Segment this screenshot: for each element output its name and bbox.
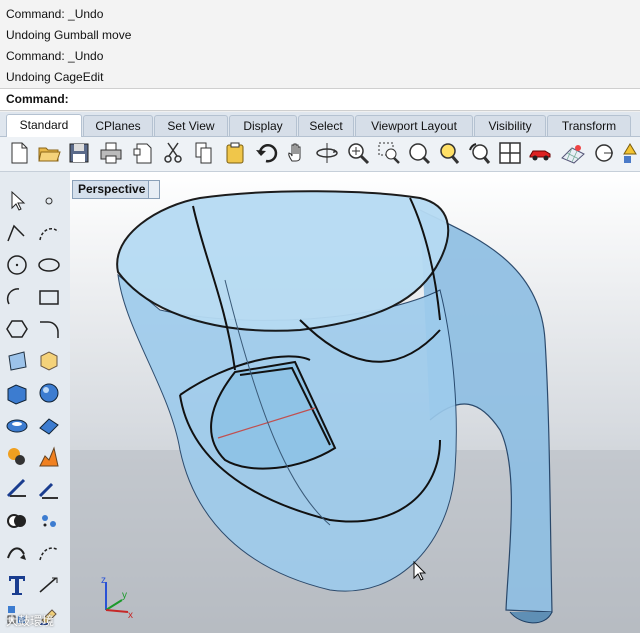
- fillet-curve-icon[interactable]: [36, 316, 62, 342]
- main-toolbar: [0, 172, 71, 633]
- surface-from-points-icon[interactable]: [4, 348, 30, 374]
- dimension-icon[interactable]: [36, 572, 62, 598]
- new-file-icon[interactable]: [6, 140, 32, 166]
- rebuild-icon[interactable]: [4, 540, 30, 566]
- tab-display[interactable]: Display: [229, 115, 297, 136]
- zoom-window-icon[interactable]: [376, 140, 402, 166]
- car-render-icon[interactable]: [528, 140, 554, 166]
- viewport-menu-arrow-icon[interactable]: [148, 181, 159, 198]
- cut-icon[interactable]: [160, 140, 186, 166]
- axis-x-label: x: [128, 610, 133, 621]
- sphere-icon[interactable]: [36, 380, 62, 406]
- tab-cplanes[interactable]: CPlanes: [83, 115, 153, 136]
- zoom-selected-icon[interactable]: [436, 140, 462, 166]
- select-arrow-icon[interactable]: [4, 188, 30, 214]
- trim-icon[interactable]: [36, 476, 62, 502]
- render-icon[interactable]: [4, 444, 30, 470]
- circle-tool-icon[interactable]: [4, 252, 30, 278]
- command-prompt-label: Command:: [6, 92, 69, 106]
- viewport-label: Perspective: [78, 182, 146, 196]
- open-folder-icon[interactable]: [36, 140, 62, 166]
- zoom-icon[interactable]: [345, 140, 371, 166]
- rotate-view-icon[interactable]: [314, 140, 340, 166]
- explode-icon[interactable]: [36, 444, 62, 470]
- tab-select[interactable]: Select: [298, 115, 354, 136]
- history-line: Undoing Gumball move: [6, 28, 132, 42]
- polyline-icon[interactable]: [4, 220, 30, 246]
- viewport-label-tab[interactable]: Perspective: [72, 180, 160, 199]
- four-viewports-icon[interactable]: [497, 140, 523, 166]
- save-icon[interactable]: [66, 140, 92, 166]
- paste-icon[interactable]: [222, 140, 248, 166]
- options-icon[interactable]: [620, 140, 640, 166]
- polygon-icon[interactable]: [4, 316, 30, 342]
- arc-icon[interactable]: [4, 284, 30, 310]
- mesh-icon[interactable]: [4, 412, 30, 438]
- print-icon[interactable]: [98, 140, 124, 166]
- extrude-surface-icon[interactable]: [36, 348, 62, 374]
- tab-transform[interactable]: Transform: [547, 115, 631, 136]
- tab-visibility[interactable]: Visibility: [474, 115, 546, 136]
- split-icon[interactable]: [4, 476, 30, 502]
- boolean-icon[interactable]: [4, 508, 30, 534]
- undo-icon[interactable]: [254, 140, 280, 166]
- text-icon[interactable]: [4, 572, 30, 598]
- undo-view-icon[interactable]: [466, 140, 492, 166]
- history-line: Undoing CageEdit: [6, 70, 104, 84]
- point-icon[interactable]: [36, 188, 62, 214]
- grid-icon[interactable]: [560, 140, 586, 166]
- circle-icon[interactable]: [592, 140, 618, 166]
- mesh-plane-icon[interactable]: [36, 412, 62, 438]
- axis-y-label: y: [122, 590, 127, 601]
- curve-icon[interactable]: [36, 220, 62, 246]
- tab-standard[interactable]: Standard: [6, 114, 82, 137]
- zoom-extents-icon[interactable]: [406, 140, 432, 166]
- viewport-canvas[interactable]: z y x: [70, 172, 640, 633]
- pan-hand-icon[interactable]: [284, 140, 310, 166]
- box-icon[interactable]: [4, 380, 30, 406]
- command-history: Command: _Undo Undoing Gumball move Comm…: [0, 0, 640, 88]
- standard-toolbar: [0, 137, 640, 172]
- toolbar-tabs: Standard CPlanes Set View Display Select…: [0, 112, 640, 137]
- tab-viewport-layout[interactable]: Viewport Layout: [355, 115, 473, 136]
- command-line-input[interactable]: Command:: [0, 88, 640, 111]
- curve-edit-icon[interactable]: [36, 540, 62, 566]
- history-line: Command: _Undo: [6, 49, 104, 63]
- tab-set-view[interactable]: Set View: [154, 115, 228, 136]
- rectangle-icon[interactable]: [36, 284, 62, 310]
- perspective-viewport[interactable]: z y x: [70, 172, 640, 633]
- history-line: Command: _Undo: [6, 7, 104, 21]
- ellipse-icon[interactable]: [36, 252, 62, 278]
- import-icon[interactable]: [130, 140, 156, 166]
- copy-icon[interactable]: [191, 140, 217, 166]
- watermark: 大鼓環境: [6, 614, 55, 628]
- points-on-icon[interactable]: [36, 508, 62, 534]
- axis-z-label: z: [101, 575, 106, 586]
